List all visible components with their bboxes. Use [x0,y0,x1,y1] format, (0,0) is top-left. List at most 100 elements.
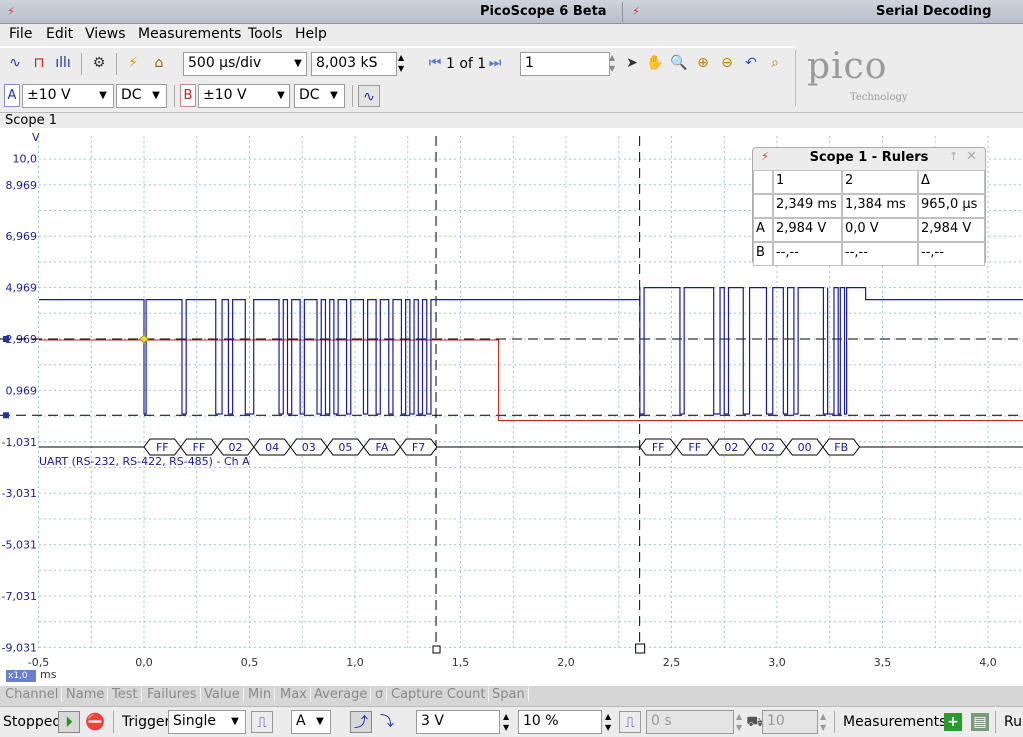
pretrigger-field[interactable]: 10 % [518,710,602,734]
toolbar-separator [81,53,82,75]
scope-plot[interactable]: 10,0 8,969 6,969 4,969 2,969 0,969 -1,031 -3,03… [0,128,1023,686]
meas-col-average[interactable]: Average [311,687,372,702]
channel-a-letter: A [7,88,17,103]
meas-col-min[interactable]: Min [245,687,276,702]
ruler-2-handle [635,643,646,654]
add-measurement-icon[interactable]: + [944,713,962,731]
zoom-area-icon[interactable]: 🔍 [668,52,690,74]
decoded-byte-packet1: F7 [412,441,425,454]
y-tick-label: -7,031 [2,590,37,603]
start-button[interactable]: ⏵ [58,711,80,733]
menu-views[interactable]: Views [85,26,126,42]
toolbar-separator [174,85,175,107]
scope-mode-icon[interactable]: ∿ [4,52,26,74]
hysteresis-field[interactable]: 10 [762,710,818,734]
trigger-mode-dropdown-icon[interactable]: ▼ [226,711,244,733]
threshold-stepper-icon[interactable]: ▲ ▼ [503,711,509,733]
decoded-byte-packet2: FF [652,441,665,454]
channel-b-badge[interactable]: B [180,84,196,107]
meas-col-failures[interactable]: Failures [144,687,201,702]
delay-stepper-icon[interactable]: ▲ ▼ [736,711,742,733]
y-tick-label: -1,031 [2,436,37,449]
meas-col-name[interactable]: Name [63,687,109,702]
menu-edit[interactable]: Edit [46,26,73,42]
meas-col-span[interactable]: Span [489,687,529,702]
channel-a-range-dropdown-icon[interactable]: ▼ [94,85,112,107]
meas-col-max[interactable]: Max [277,687,311,702]
edit-measurement-icon[interactable]: ▤ [971,713,989,731]
samples-stepper-icon[interactable]: ▲ ▼ [398,52,404,74]
channel-a-badge[interactable]: A [4,84,20,107]
zoom-in-icon[interactable]: ⊕ [692,52,714,74]
toolbar-separator [352,85,353,107]
toolbar-logo-divider [795,50,796,106]
title-bar: ⚡ PicoScope 6 Beta ⚡ Serial Decoding [0,0,1023,24]
channel-b-coupling: DC [299,87,320,103]
hysteresis-stepper-icon[interactable]: ▲ ▼ [820,711,826,733]
menu-bar: File Edit Views Measurements Tools Help [0,24,1023,46]
stop-button[interactable]: ⛔ [84,711,106,733]
channel-a-coupling-dropdown-icon[interactable]: ▼ [147,85,165,107]
status-separator [113,711,114,733]
status-separator [995,711,996,733]
rising-edge-icon[interactable]: ⤴ [350,711,372,733]
persistence-mode-icon[interactable]: ⊓ [28,52,50,74]
meas-col-channel[interactable]: Channel [2,687,63,702]
meas-col-capture-count[interactable]: Capture Count [388,687,490,702]
y-tick-label: 6,969 [6,230,38,243]
capture-count-field[interactable]: 1 [520,52,610,76]
window-icon: ⚡ [632,5,640,18]
post-trigger-delay-icon[interactable]: ⎍ [619,711,641,733]
y-tick-label: -3,031 [2,487,37,500]
next-capture-icon[interactable]: ⏭ [484,52,506,74]
channel-a-offset-marker [3,336,9,342]
falling-edge-icon[interactable]: ⤵ [376,711,398,733]
timebase-dropdown-icon[interactable]: ▼ [289,53,307,75]
channel-b-range-dropdown-icon[interactable]: ▼ [272,85,290,107]
zoom-fit-icon[interactable]: ⌕ [764,52,786,74]
rulers-header-2: 2 [842,170,918,194]
trigger-channel-dropdown-icon[interactable]: ▼ [311,711,329,733]
undo-zoom-icon[interactable]: ↶ [740,52,762,74]
channel-options-icon[interactable]: ⚙ [88,52,110,74]
zoom-out-icon[interactable]: ⊖ [716,52,738,74]
signal-generator-icon[interactable]: ∿ [358,85,380,107]
home-icon[interactable]: ⌂ [148,52,170,74]
window-tab-divider [622,2,623,22]
rulers-b-2: --,-- [842,242,918,266]
meas-col-sigma[interactable]: σ [372,687,388,702]
rulers-close-icon[interactable]: ✕ [966,149,977,164]
decoded-byte-packet1: 05 [338,441,352,454]
rulers-label: Rul [1004,714,1023,730]
capture-count-stepper-icon[interactable]: ▲ ▼ [609,52,615,74]
menu-tools[interactable]: Tools [248,26,283,42]
rulers-pin-icon[interactable]: ↑ [949,150,958,163]
ruler-1-handle [432,645,441,654]
status-separator [834,711,835,733]
rulers-time-delta: 965,0 µs [918,194,985,218]
delay-field[interactable]: 0 s [646,710,734,734]
measurements-table-header: Channel Name Test Failures Value Min Max… [0,686,1023,706]
scope-view-label: Scope 1 [5,113,58,128]
auto-setup-icon[interactable]: ⚡ [122,52,144,74]
pretrigger-stepper-icon[interactable]: ▲ ▼ [605,711,611,733]
pointer-tool-icon[interactable]: ➤ [621,52,643,74]
meas-col-value[interactable]: Value [201,687,244,702]
x-tick-label: 2,5 [663,656,681,669]
previous-capture-icon[interactable]: ⏮ [424,52,446,74]
rulers-a-2: 0,0 V [842,218,918,242]
rulers-window[interactable]: ⚡ Scope 1 - Rulers ↑ ✕ 1 2 Δ 2,349 ms 1,… [752,147,986,266]
logo-subtitle: Technology [850,92,908,103]
hand-tool-icon[interactable]: ✋ [644,52,666,74]
menu-help[interactable]: Help [295,26,327,42]
channel-b-coupling-dropdown-icon[interactable]: ▼ [325,85,343,107]
x-tick-label: 3,0 [768,656,786,669]
menu-file[interactable]: File [9,26,32,42]
spectrum-mode-icon[interactable]: ıllı [52,52,74,74]
advanced-trigger-icon[interactable]: ⎍ [251,711,273,733]
samples-field[interactable]: 8,003 kS [311,52,397,76]
meas-col-test[interactable]: Test [109,687,142,702]
trigger-threshold-field[interactable]: 3 V [416,710,500,734]
menu-measurements[interactable]: Measurements [138,26,241,42]
rulers-corner [753,170,773,194]
